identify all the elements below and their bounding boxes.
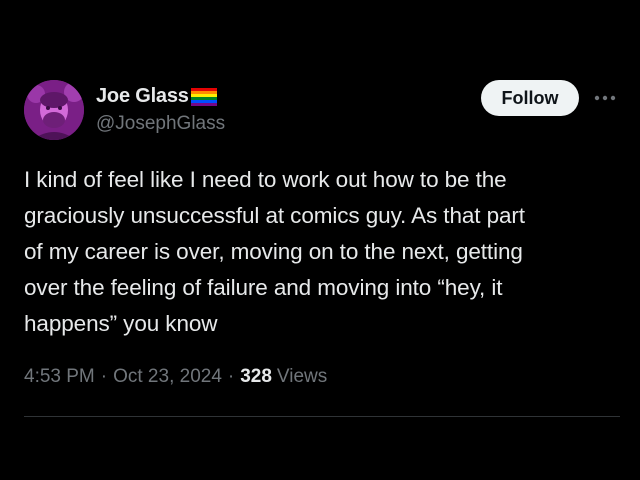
divider <box>24 416 620 417</box>
avatar-photo-icon <box>24 80 84 140</box>
meta-separator: · <box>100 366 108 387</box>
tweet-time[interactable]: 4:53 PM <box>24 366 95 388</box>
tweet-date[interactable]: Oct 23, 2024 <box>113 366 222 388</box>
meta-separator: · <box>227 366 235 387</box>
views-count: 328 <box>240 366 272 387</box>
views-label: Views <box>276 366 328 387</box>
more-horizontal-icon <box>594 95 616 101</box>
follow-button[interactable]: Follow <box>481 80 579 116</box>
author-name-row: Joe Glass <box>96 84 217 108</box>
more-options-button[interactable] <box>590 86 620 110</box>
display-name[interactable]: Joe Glass <box>96 85 189 108</box>
tweet-metadata: 4:53 PM · Oct 23, 2024 · 328 Views <box>24 366 327 388</box>
user-handle[interactable]: @JosephGlass <box>96 113 225 135</box>
tweet-text: I kind of feel like I need to work out h… <box>24 167 525 336</box>
tweet-card: Joe Glass @JosephGlass Follow I kind of … <box>0 0 640 480</box>
rainbow-flag-icon <box>190 87 217 106</box>
avatar[interactable] <box>24 80 84 140</box>
